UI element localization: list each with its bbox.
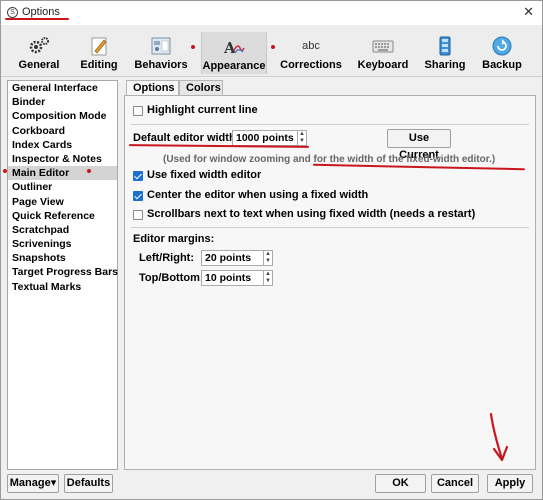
category-list[interactable]: General Interface Binder Composition Mod… [7,80,118,470]
backup-icon [491,36,513,56]
top-bottom-margin-stepper[interactable]: 10 points ▲ ▼ [201,270,273,286]
toolbar-editing[interactable]: Editing [73,31,125,77]
top-bottom-label: Top/Bottom: [139,272,204,284]
tab-options[interactable]: Options [126,80,179,96]
svg-text:A: A [223,39,236,57]
use-fixed-width-checkbox[interactable] [133,171,143,181]
apply-button[interactable]: Apply [487,474,533,493]
annotation-underline-title [5,18,69,20]
divider [131,227,529,228]
sidebar-item-snapshots[interactable]: Snapshots [8,251,117,265]
toolbar-keyboard[interactable]: Keyboard [354,31,412,77]
sidebar-item-scrivenings[interactable]: Scrivenings [8,237,117,251]
toolbar-label: General [18,59,60,71]
toolbar-backup[interactable]: Backup [477,31,527,77]
close-icon[interactable]: ✕ [523,4,534,20]
toolbar-label: Editing [80,59,118,71]
tab-colors[interactable]: Colors [179,80,223,96]
sidebar-item-scratchpad[interactable]: Scratchpad [8,223,117,237]
toolbar-label: Appearance [202,60,266,72]
toolbar-label: Sharing [424,59,466,71]
toolbar-label: Corrections [280,59,342,71]
default-editor-width-value: 1000 points [236,132,294,144]
center-editor-checkbox[interactable] [133,191,143,201]
preferences-toolbar: General Editing Behaviors A Appearance a… [1,25,542,77]
title-bar: S Options ✕ [1,1,542,25]
annotation-dot [191,45,195,49]
toolbar-general[interactable]: General [11,31,67,77]
sharing-icon [434,36,456,56]
sidebar-item-textual-marks[interactable]: Textual Marks [8,280,117,294]
sidebar-item-corkboard[interactable]: Corkboard [8,124,117,138]
annotation-arrow-icon [489,412,509,462]
annotation-dot [87,169,91,173]
highlight-current-line-checkbox[interactable] [133,106,143,116]
ok-button[interactable]: OK [375,474,426,493]
toolbar-label: Behaviors [134,59,188,71]
gears-icon [28,36,50,56]
left-right-label: Left/Right: [139,252,194,264]
scrollbars-next-checkbox[interactable] [133,210,143,220]
annotation-dot [271,45,275,49]
sidebar-item-quick-reference[interactable]: Quick Reference [8,209,117,223]
stepper-arrows-icon[interactable]: ▲ ▼ [263,271,272,285]
left-right-margin-stepper[interactable]: 20 points ▲ ▼ [201,250,273,266]
editor-margins-heading: Editor margins: [133,233,215,245]
toolbar-corrections[interactable]: abc Corrections [279,31,343,77]
toolbar-sharing[interactable]: Sharing [419,31,471,77]
behaviors-icon [150,36,172,56]
use-current-button[interactable]: Use Current [387,129,451,161]
highlight-current-line-label: Highlight current line [147,104,258,116]
default-editor-width-label: Default editor width: [133,132,240,144]
sidebar-item-index-cards[interactable]: Index Cards [8,138,117,152]
scrollbars-next-label: Scrollbars next to text when using fixed… [147,208,476,220]
center-editor-label: Center the editor when using a fixed wid… [147,189,369,201]
stepper-arrows-icon[interactable]: ▲ ▼ [297,131,306,145]
sidebar-item-binder[interactable]: Binder [8,95,117,109]
sidebar-item-composition-mode[interactable]: Composition Mode [8,109,117,123]
sidebar-item-inspector-notes[interactable]: Inspector & Notes [8,152,117,166]
keyboard-icon [372,36,394,56]
appearance-icon: A [223,37,245,57]
sidebar-item-main-editor[interactable]: Main Editor [8,166,117,181]
options-window: S Options ✕ General Editing Behaviors A [0,0,543,500]
sidebar-item-outliner[interactable]: Outliner [8,180,117,194]
window-title: Options [22,6,60,18]
toolbar-behaviors[interactable]: Behaviors [131,31,191,77]
options-panel: Highlight current line Default editor wi… [124,95,536,470]
pencil-icon [88,36,110,56]
sidebar-item-general-interface[interactable]: General Interface [8,81,117,95]
divider [131,124,529,125]
annotation-dot [3,169,7,173]
stepper-arrows-icon[interactable]: ▲ ▼ [263,251,272,265]
toolbar-label: Backup [482,59,522,71]
use-fixed-width-label: Use fixed width editor [147,169,262,181]
default-editor-width-stepper[interactable]: 1000 points ▲ ▼ [232,130,307,146]
defaults-button[interactable]: Defaults [64,474,113,493]
toolbar-appearance[interactable]: A Appearance [201,32,267,74]
cancel-button[interactable]: Cancel [431,474,479,493]
sidebar-item-page-view[interactable]: Page View [8,195,117,209]
toolbar-label: Keyboard [357,59,409,71]
app-icon: S [7,7,18,18]
sidebar-item-target-progress-bars[interactable]: Target Progress Bars [8,265,118,279]
top-bottom-margin-value: 10 points [205,272,252,284]
abc-icon: abc [302,40,320,52]
left-right-margin-value: 20 points [205,252,252,264]
manage-dropdown-button[interactable]: Manage▾ [7,474,59,493]
